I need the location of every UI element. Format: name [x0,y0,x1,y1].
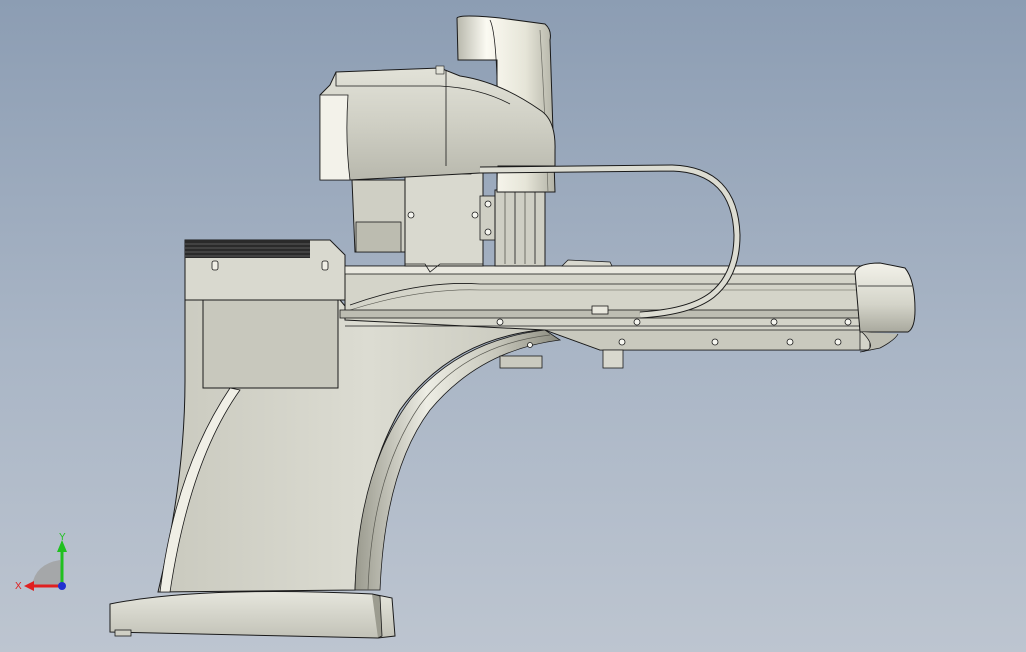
vertical-column [494,189,546,267]
z-axis-dot [58,582,66,590]
coordinate-triad: Y X [15,532,67,592]
top-housing [184,239,346,301]
cad-graphics-viewport[interactable]: Y X [0,0,1026,652]
base-foot [109,591,396,639]
robot-gantry-model[interactable] [0,0,1026,652]
triad-plane-icon [32,560,62,586]
carriage-block [404,165,496,273]
vent-grille [185,240,310,258]
arm-top-tab [561,259,613,267]
motor-cylinder [351,179,406,253]
y-axis-label: Y [59,532,66,543]
x-axis-label: X [15,581,22,592]
arch-pillar [157,295,581,593]
